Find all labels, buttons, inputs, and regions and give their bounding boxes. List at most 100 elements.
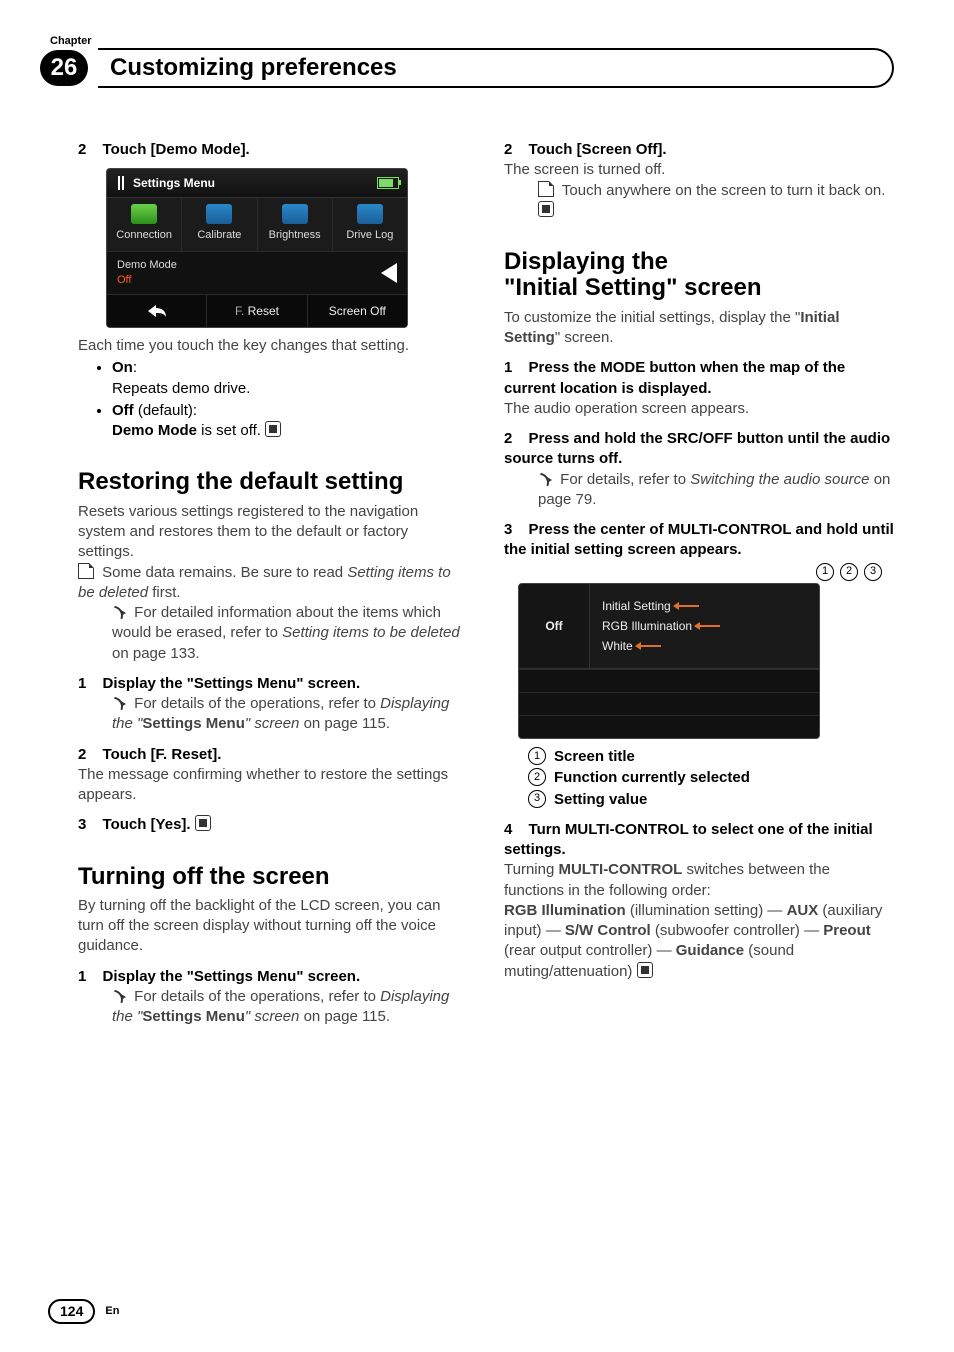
text: on page 115.: [304, 715, 390, 732]
text: For details of the operations, refer to: [134, 695, 380, 712]
text: on page 133.: [112, 645, 200, 662]
restore-ref: For detailed information about the items…: [112, 603, 468, 664]
text: Turning: [504, 861, 558, 878]
end-square-icon: [637, 962, 653, 978]
step-num: 2: [78, 746, 86, 763]
init-step4-body: Turning MULTI-CONTROL switches between t…: [504, 860, 894, 982]
step-title: Press the center of MULTI-CONTROL and ho…: [504, 521, 894, 558]
colon: :: [133, 359, 137, 376]
battery-icon: [377, 177, 399, 189]
page-lang: En: [105, 1304, 119, 1319]
off-desc-b: Demo Mode: [112, 422, 197, 439]
text-bold: Settings Menu: [142, 1008, 245, 1025]
text-italic: " screen: [245, 1008, 300, 1025]
settings-menu-screenshot: Settings Menu Connection Calibrate Brigh…: [106, 168, 408, 328]
off-paren: (default):: [134, 402, 197, 419]
arrow-icon: [112, 696, 126, 710]
step-title: Touch [Yes].: [103, 816, 191, 833]
init-step4: 4 Turn MULTI-CONTROL to select one of th…: [504, 820, 894, 861]
text-bold: MULTI-CONTROL: [558, 861, 682, 878]
text: first.: [152, 584, 180, 601]
step-num: 2: [504, 141, 512, 158]
opt: Guidance: [676, 942, 744, 959]
settings-menu-title: Settings Menu: [115, 175, 215, 191]
step-title: Display the "Settings Menu" screen.: [103, 968, 361, 985]
screenoff-step2: 2 Touch [Screen Off].: [504, 140, 894, 160]
line1: Displaying the: [504, 248, 668, 275]
end-square-icon: [195, 815, 211, 831]
demo-label: Demo Mode: [117, 258, 177, 273]
callout-2: 2: [840, 563, 858, 581]
callout-3: 3: [864, 563, 882, 581]
text: To customize the initial settings, displ…: [504, 309, 800, 326]
reset-text: Reset: [248, 304, 279, 318]
opt: AUX: [787, 902, 819, 919]
screenoff-body: The screen is turned off.: [504, 160, 894, 180]
f-reset-button: F. Reset: [207, 295, 307, 327]
legend-label: Setting value: [554, 790, 647, 810]
chapter-header: 26 Customizing preferences: [40, 48, 894, 88]
demo-value: Off: [117, 273, 177, 288]
opt: Preout: [823, 922, 871, 939]
legend-label: Function currently selected: [554, 768, 750, 788]
init-step2: 2 Press and hold the SRC/OFF button unti…: [504, 429, 894, 470]
step-num: 1: [504, 359, 512, 376]
line-initial: Initial Setting: [602, 598, 671, 614]
legend: 1Screen title 2Function currently select…: [528, 747, 894, 810]
step-title: Touch [Screen Off].: [529, 141, 667, 158]
bullet-off: Off (default): Demo Mode is set off.: [112, 401, 468, 442]
opt: S/W Control: [565, 922, 651, 939]
off-body: By turning off the backlight of the LCD …: [78, 896, 468, 957]
text: " screen.: [555, 329, 614, 346]
bullet-on: On: Repeats demo drive.: [112, 358, 468, 399]
demo-body: Each time you touch the key changes that…: [78, 336, 468, 356]
cell-label: Drive Log: [346, 229, 393, 241]
restore-body: Resets various settings registered to th…: [78, 502, 468, 563]
arrow-icon: [112, 605, 126, 619]
step-title: Touch [F. Reset].: [103, 746, 222, 763]
opt-desc: (rear output controller) —: [504, 942, 676, 959]
step-title: Touch [Demo Mode].: [103, 141, 250, 158]
heading-restoring: Restoring the default setting: [78, 469, 468, 495]
callouts: 1 2 3: [816, 563, 882, 581]
step-num: 1: [78, 675, 86, 692]
off-step1-ref: For details of the operations, refer to …: [112, 987, 468, 1028]
step-title: Turn MULTI-CONTROL to select one of the …: [504, 821, 873, 858]
line-white: White: [602, 638, 633, 654]
legend-num: 1: [528, 747, 546, 765]
screen-off-button: Screen Off: [308, 295, 407, 327]
step-title: Press the MODE button when the map of th…: [504, 359, 845, 396]
demo-mode-cell: Demo Mode Off: [117, 258, 177, 288]
init-step3: 3 Press the center of MULTI-CONTROL and …: [504, 520, 894, 561]
legend-label: Screen title: [554, 747, 635, 767]
step-num: 3: [78, 816, 86, 833]
chapter-label: Chapter: [50, 34, 92, 49]
restore-step1: 1 Display the "Settings Menu" screen.: [78, 674, 468, 694]
f-prefix: F.: [235, 304, 248, 318]
legend-num: 3: [528, 790, 546, 808]
page-number: 124: [48, 1299, 95, 1324]
cell-connection: Connection: [107, 198, 182, 251]
restore-step1-ref: For details of the operations, refer to …: [112, 694, 468, 735]
on-desc: Repeats demo drive.: [112, 380, 250, 397]
off-label: Off: [112, 402, 134, 419]
chapter-title: Customizing preferences: [110, 52, 397, 84]
cell-label: Calibrate: [197, 229, 241, 241]
cell-brightness: Brightness: [258, 198, 333, 251]
cell-label: Brightness: [269, 229, 321, 241]
arrow-icon: [112, 989, 126, 1003]
off-label: Off: [519, 584, 590, 669]
text: Some data remains. Be sure to read: [102, 564, 347, 581]
page-footer: 124 En: [48, 1299, 119, 1324]
restore-step2: 2 Touch [F. Reset].: [78, 745, 468, 765]
text-bold: Settings Menu: [142, 715, 245, 732]
initial-setting-screenshot: Off Initial Setting RGB Illumination Whi…: [518, 583, 820, 740]
text: For details of the operations, refer to: [134, 988, 380, 1005]
text: on page 115.: [304, 1008, 390, 1025]
title-text: Settings Menu: [133, 175, 215, 191]
step-num: 3: [504, 521, 512, 538]
restore-note: Some data remains. Be sure to read Setti…: [78, 563, 468, 604]
init-step1: 1 Press the MODE button when the map of …: [504, 358, 894, 399]
line-rgb: RGB Illumination: [602, 618, 692, 634]
arrow-icon: [538, 472, 552, 486]
